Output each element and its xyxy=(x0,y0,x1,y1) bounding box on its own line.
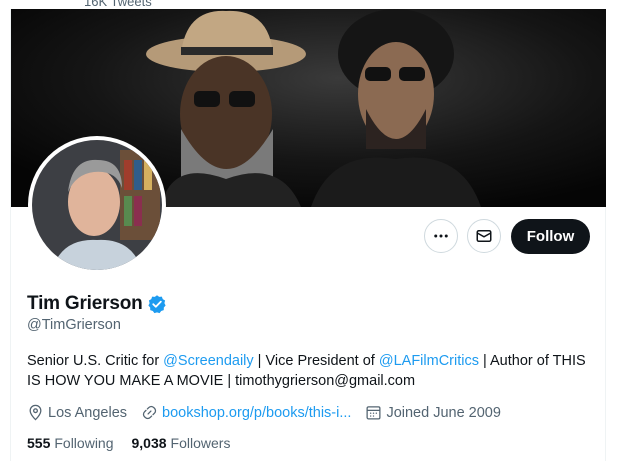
bio-text-2: | Vice President of xyxy=(253,353,379,369)
website-link[interactable]: bookshop.org/p/books/this-i... xyxy=(162,405,351,421)
profile-bio: Senior U.S. Critic for @Screendaily | Vi… xyxy=(27,351,587,391)
avatar-image xyxy=(32,140,162,270)
bio-mention-screendaily[interactable]: @Screendaily xyxy=(163,353,253,369)
following-label: Following xyxy=(54,435,114,451)
more-button[interactable] xyxy=(424,219,458,253)
location-item: Los Angeles xyxy=(27,404,127,421)
followers-label: Followers xyxy=(170,435,231,451)
verified-badge-icon[interactable] xyxy=(147,294,167,314)
follow-button[interactable]: Follow xyxy=(511,219,590,254)
website-item[interactable]: bookshop.org/p/books/this-i... xyxy=(141,404,351,421)
tweets-count: 16K Tweets xyxy=(84,0,152,9)
calendar-icon xyxy=(366,406,381,420)
profile-handle: @TimGrierson xyxy=(27,317,121,333)
joined-text: Joined June 2009 xyxy=(386,404,501,421)
follow-stats: 555 Following 9,038 Followers xyxy=(27,435,248,451)
more-horizontal-icon xyxy=(434,234,448,238)
joined-item: Joined June 2009 xyxy=(365,404,501,421)
location-text: Los Angeles xyxy=(48,404,128,421)
bio-text-1: Senior U.S. Critic for xyxy=(27,353,164,369)
profile-name: Tim Grierson xyxy=(27,293,143,314)
message-button[interactable] xyxy=(467,219,501,253)
bio-mention-lafilmcritics[interactable]: @LAFilmCritics xyxy=(379,353,479,369)
followers-count: 9,038 xyxy=(131,435,167,451)
followers-link[interactable]: 9,038 Followers xyxy=(132,435,231,451)
profile-meta: Los Angeles bookshop.org/p/books/this-i.… xyxy=(27,404,515,421)
name-row: Tim Grierson xyxy=(27,293,167,315)
following-count: 555 xyxy=(27,435,51,451)
envelope-icon xyxy=(476,230,492,242)
profile-avatar[interactable] xyxy=(28,136,166,274)
location-pin-icon xyxy=(29,404,42,421)
following-link[interactable]: 555 Following xyxy=(27,435,114,451)
link-icon xyxy=(142,405,157,420)
